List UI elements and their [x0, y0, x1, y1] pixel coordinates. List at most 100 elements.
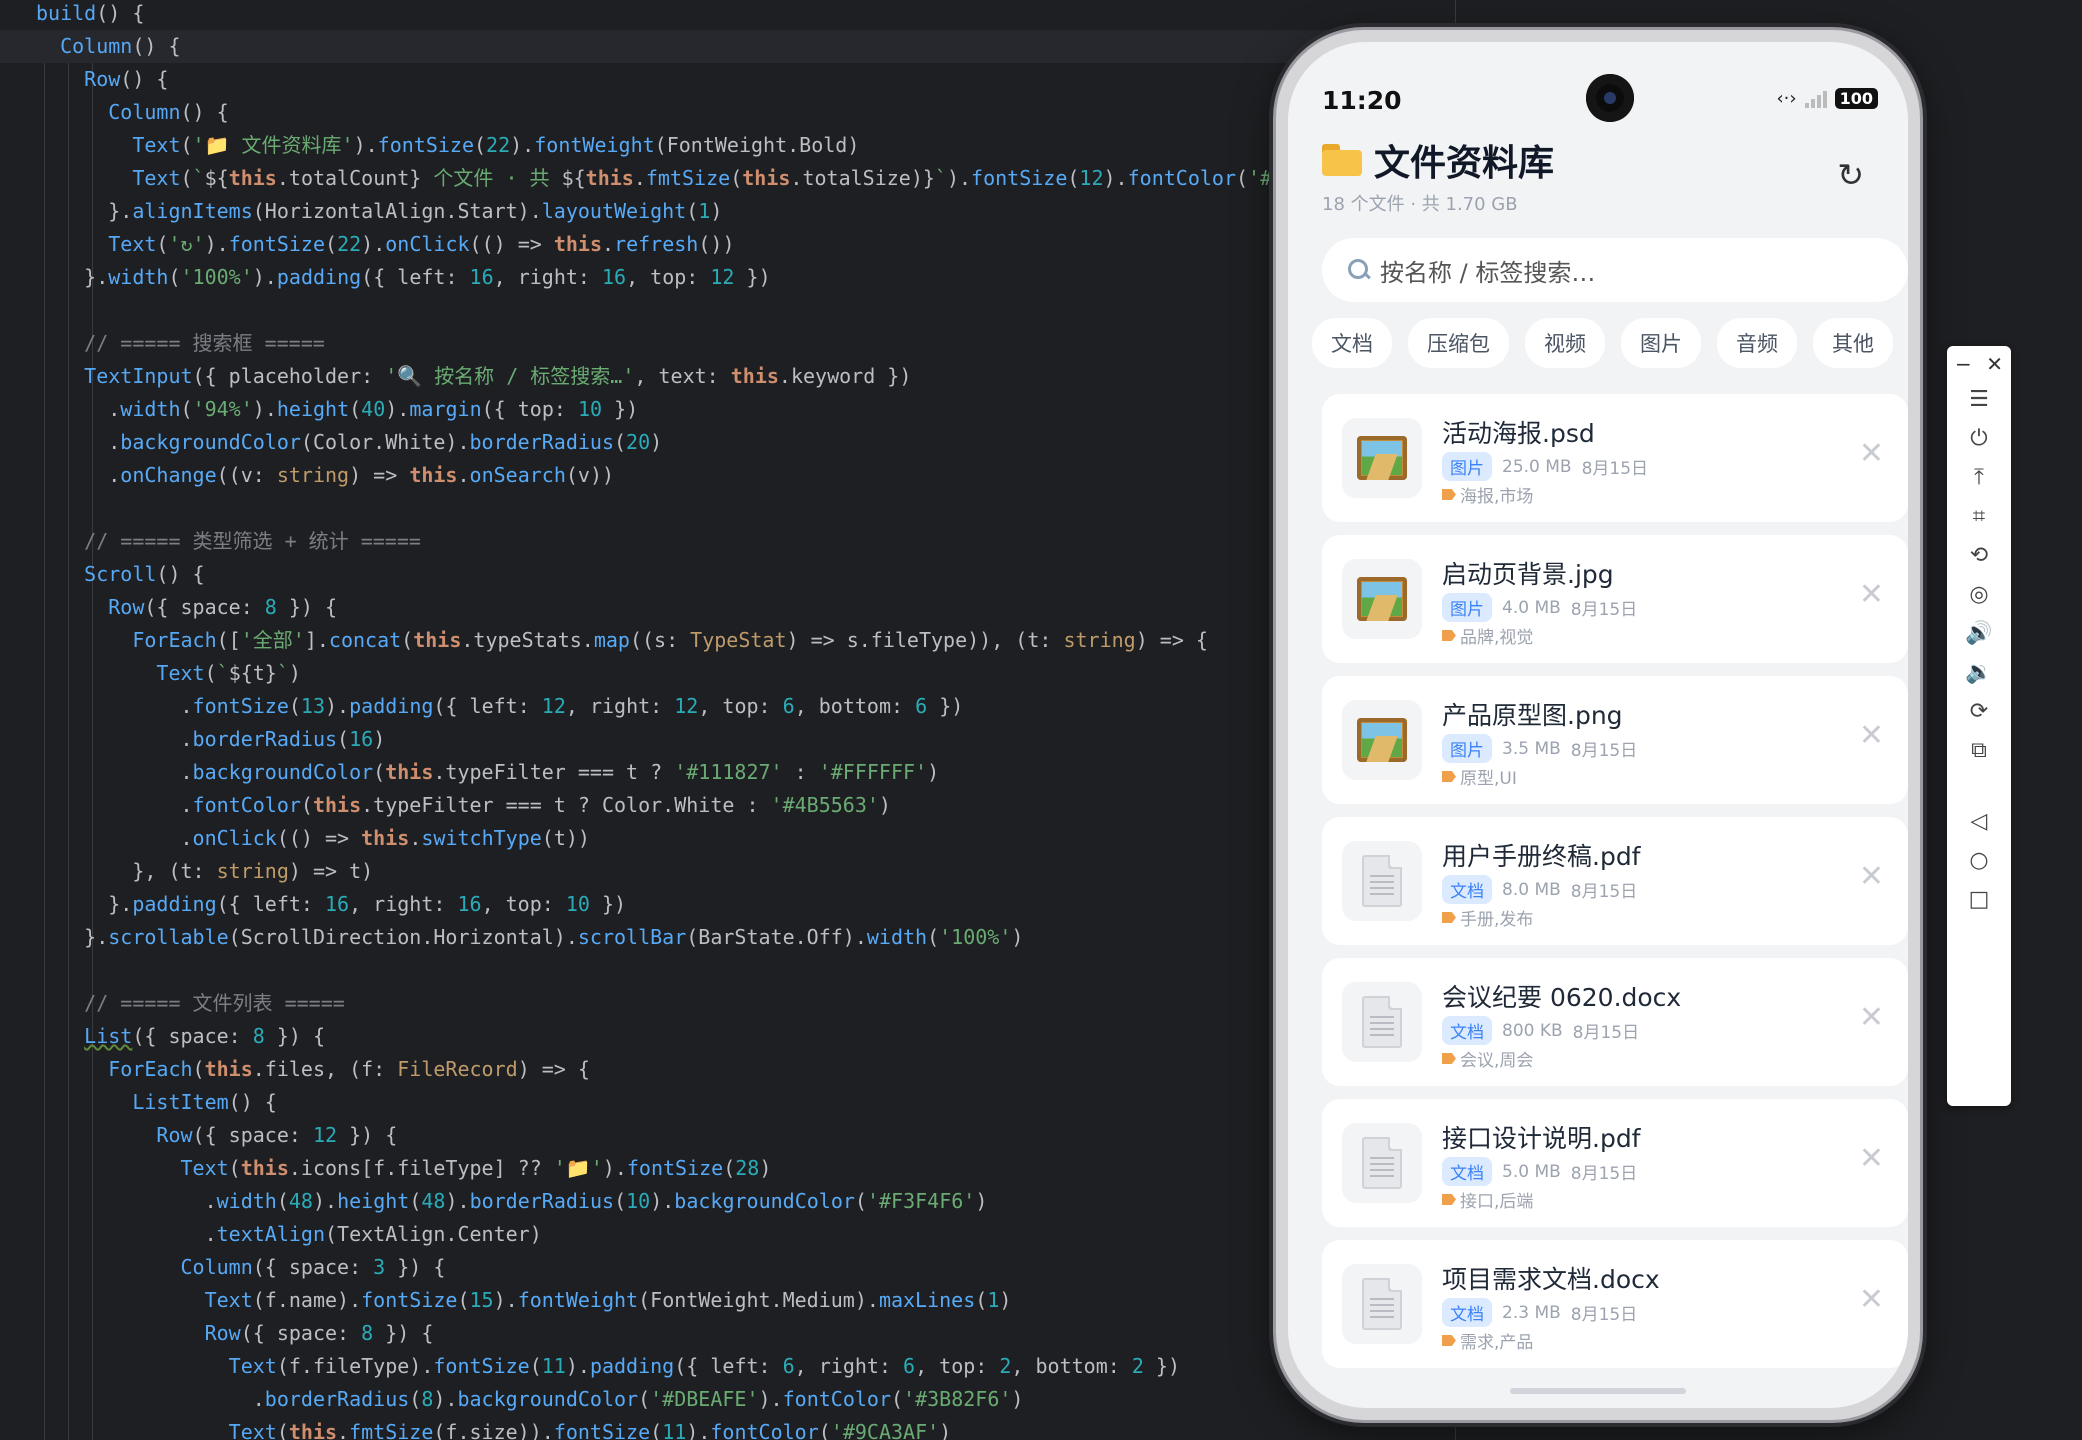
file-thumbnail — [1342, 1264, 1422, 1344]
code-line[interactable]: .fontSize(13).padding({ left: 12, right:… — [36, 690, 1336, 723]
crop-icon[interactable]: ⌗ — [1947, 496, 2011, 536]
home-indicator[interactable] — [1510, 1388, 1686, 1394]
picture-icon — [1357, 718, 1407, 762]
code-line[interactable]: .textAlign(TextAlign.Center) — [36, 1218, 1336, 1251]
code-line[interactable]: Text('📁 文件资料库').fontSize(22).fontWeight(… — [36, 129, 1336, 162]
code-line[interactable]: ListItem() { — [36, 1086, 1336, 1119]
file-tags: 海报,市场 — [1442, 482, 1533, 507]
delete-icon[interactable]: ✕ — [1859, 1000, 1884, 1035]
file-date: 8月15日 — [1570, 882, 1638, 902]
code-line[interactable]: List({ space: 8 }) { — [36, 1020, 1336, 1053]
code-line[interactable]: .onChange((v: string) => this.onSearch(v… — [36, 459, 1336, 492]
document-icon — [1362, 855, 1402, 907]
file-item[interactable]: 项目需求文档.docx 文档 2.3 MB 8月15日 需求,产品 ✕ — [1322, 1240, 1908, 1368]
delete-icon[interactable]: ✕ — [1859, 1282, 1884, 1317]
code-line[interactable]: Row({ space: 12 }) { — [36, 1119, 1336, 1152]
code-line[interactable]: .backgroundColor(this.typeFilter === t ?… — [36, 756, 1336, 789]
code-line[interactable]: Text(this.icons[f.fileType] ?? '📁').font… — [36, 1152, 1336, 1185]
file-name: 接口设计说明.pdf — [1442, 1124, 1641, 1153]
code-content[interactable]: build() { Column() { Row() { Column() { … — [0, 0, 1336, 1440]
code-line[interactable]: Column({ space: 3 }) { — [36, 1251, 1336, 1284]
delete-icon[interactable]: ✕ — [1859, 1141, 1884, 1176]
file-item[interactable]: 会议纪要 0620.docx 文档 800 KB 8月15日 会议,周会 ✕ — [1322, 958, 1908, 1086]
code-line[interactable] — [36, 492, 1336, 525]
code-line[interactable]: .backgroundColor(Color.White).borderRadi… — [36, 426, 1336, 459]
code-line[interactable]: }.scrollable(ScrollDirection.Horizontal)… — [36, 921, 1336, 954]
filter-chip[interactable]: 其他 — [1813, 318, 1893, 368]
code-line[interactable]: TextInput({ placeholder: '🔍 按名称 / 标签搜索…'… — [36, 360, 1336, 393]
file-tags-text: 需求,产品 — [1460, 1333, 1534, 1353]
code-line[interactable]: }.width('100%').padding({ left: 16, righ… — [36, 261, 1336, 294]
code-line[interactable]: .width(48).height(48).borderRadius(10).b… — [36, 1185, 1336, 1218]
code-line[interactable]: ForEach(['全部'].concat(this.typeStats.map… — [36, 624, 1336, 657]
screenshot-icon[interactable]: ◎ — [1947, 574, 2011, 614]
code-line[interactable]: Text(f.name).fontSize(15).fontWeight(Fon… — [36, 1284, 1336, 1317]
multi-screen-icon[interactable]: ⧉ — [1947, 730, 2011, 770]
search-input[interactable]: 按名称 / 标签搜索… — [1322, 238, 1908, 302]
code-line[interactable]: .borderRadius(16) — [36, 723, 1336, 756]
code-line[interactable]: }.padding({ left: 16, right: 16, top: 10… — [36, 888, 1336, 921]
code-line[interactable]: Text(f.fileType).fontSize(11).padding({ … — [36, 1350, 1336, 1383]
filter-chip[interactable]: 图片 — [1621, 318, 1701, 368]
code-line[interactable]: Scroll() { — [36, 558, 1336, 591]
code-line[interactable]: Text(this.fmtSize(f.size)).fontSize(11).… — [36, 1416, 1336, 1440]
filter-chip[interactable]: 音频 — [1717, 318, 1797, 368]
file-thumbnail — [1342, 418, 1422, 498]
code-line[interactable]: Text('↻').fontSize(22).onClick(() => thi… — [36, 228, 1336, 261]
code-line[interactable] — [36, 294, 1336, 327]
file-name: 产品原型图.png — [1442, 701, 1623, 730]
tag-icon — [1442, 771, 1456, 782]
refresh-icon[interactable]: ↻ — [1837, 156, 1864, 194]
power-icon[interactable]: ⏻ — [1947, 418, 2011, 458]
file-item[interactable]: 用户手册终稿.pdf 文档 8.0 MB 8月15日 手册,发布 ✕ — [1322, 817, 1908, 945]
code-line[interactable]: .borderRadius(8).backgroundColor('#DBEAF… — [36, 1383, 1336, 1416]
code-line[interactable]: }, (t: string) => t) — [36, 855, 1336, 888]
filter-chip[interactable]: 视频 — [1525, 318, 1605, 368]
code-line[interactable]: Text(`${this.totalCount} 个文件 · 共 ${this.… — [36, 162, 1336, 195]
code-line[interactable]: Column() { — [0, 30, 1336, 63]
volume-up-icon[interactable]: 🔊 — [1947, 613, 2011, 653]
file-date: 8月15日 — [1581, 459, 1649, 479]
code-line[interactable]: build() { — [36, 0, 1336, 30]
code-line[interactable]: // ===== 类型筛选 + 统计 ===== — [36, 525, 1336, 558]
pin-top-icon[interactable]: ⤒ — [1947, 457, 2011, 497]
file-meta: 文档 8.0 MB 8月15日 — [1442, 875, 1637, 904]
close-icon[interactable]: ✕ — [1986, 352, 2003, 376]
file-type-badge: 文档 — [1442, 875, 1492, 904]
code-line[interactable] — [36, 954, 1336, 987]
file-item[interactable]: 启动页背景.jpg 图片 4.0 MB 8月15日 品牌,视觉 ✕ — [1322, 535, 1908, 663]
code-line[interactable]: .width('94%').height(40).margin({ top: 1… — [36, 393, 1336, 426]
file-item[interactable]: 活动海报.psd 图片 25.0 MB 8月15日 海报,市场 ✕ — [1322, 394, 1908, 522]
delete-icon[interactable]: ✕ — [1859, 718, 1884, 753]
code-line[interactable]: Row({ space: 8 }) { — [36, 591, 1336, 624]
rotate-icon[interactable]: ⟲ — [1947, 535, 2011, 575]
recents-icon[interactable]: □ — [1947, 879, 2011, 919]
file-item[interactable]: 产品原型图.png 图片 3.5 MB 8月15日 原型,UI ✕ — [1322, 676, 1908, 804]
code-line[interactable]: .onClick(() => this.switchType(t)) — [36, 822, 1336, 855]
code-line[interactable]: ForEach(this.files, (f: FileRecord) => { — [36, 1053, 1336, 1086]
document-icon — [1362, 1278, 1402, 1330]
code-line[interactable]: Row({ space: 8 }) { — [36, 1317, 1336, 1350]
back-icon[interactable]: ◁ — [1947, 801, 2011, 841]
volume-down-icon[interactable]: 🔉 — [1947, 652, 2011, 692]
menu-icon[interactable]: ☰ — [1947, 379, 2011, 419]
file-date: 8月15日 — [1570, 741, 1638, 761]
file-item[interactable]: 接口设计说明.pdf 文档 5.0 MB 8月15日 接口,后端 ✕ — [1322, 1099, 1908, 1227]
filter-chip[interactable]: 压缩包 — [1408, 318, 1509, 368]
code-line[interactable]: Column() { — [36, 96, 1336, 129]
delete-icon[interactable]: ✕ — [1859, 859, 1884, 894]
code-line[interactable]: .fontColor(this.typeFilter === t ? Color… — [36, 789, 1336, 822]
delete-icon[interactable]: ✕ — [1859, 577, 1884, 612]
code-line[interactable]: }.alignItems(HorizontalAlign.Start).layo… — [36, 195, 1336, 228]
delete-icon[interactable]: ✕ — [1859, 436, 1884, 471]
shake-icon[interactable]: ⟳ — [1947, 691, 2011, 731]
phone-screen: 11:20 ‹·› 100 文件资料库 18 个文件 · 共 1.70 GB ↻… — [1288, 42, 1908, 1408]
code-line[interactable]: // ===== 文件列表 ===== — [36, 987, 1336, 1020]
minimize-icon[interactable]: − — [1955, 352, 1972, 376]
code-line[interactable]: Row() { — [36, 63, 1336, 96]
home-icon[interactable]: ○ — [1947, 840, 2011, 880]
code-line[interactable]: // ===== 搜索框 ===== — [36, 327, 1336, 360]
code-line[interactable]: Text(`${t}`) — [36, 657, 1336, 690]
filter-chip[interactable]: 文档 — [1312, 318, 1392, 368]
file-size: 25.0 MB — [1502, 456, 1572, 477]
